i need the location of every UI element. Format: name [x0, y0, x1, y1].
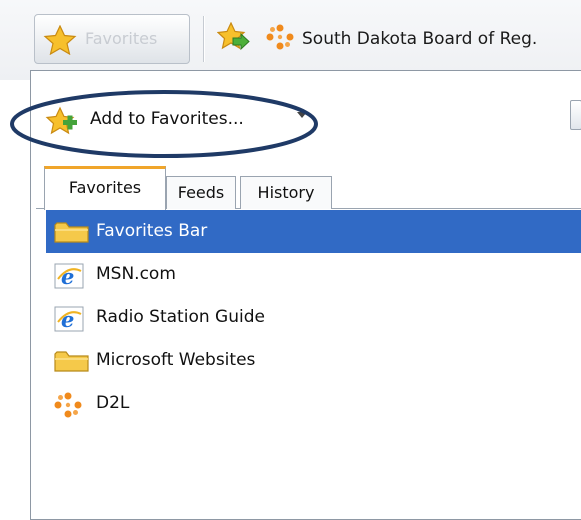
- toolbar-separator: [203, 16, 205, 62]
- list-item-label: Favorites Bar: [96, 221, 208, 241]
- list-item-label: MSN.com: [96, 264, 176, 284]
- favorites-center-button[interactable]: Favorites: [34, 14, 190, 64]
- tab-history[interactable]: History: [240, 176, 332, 209]
- favorites-bar-link[interactable]: South Dakota Board of Reg.: [302, 29, 537, 49]
- folder-icon: [54, 351, 89, 372]
- list-item-radio-station-guide[interactable]: e Radio Station Guide: [46, 296, 581, 339]
- list-item-favorites-bar[interactable]: Favorites Bar: [46, 210, 581, 253]
- favorites-toolbar: Favorites South Dakota Board of Reg.: [0, 0, 581, 80]
- tab-favorites[interactable]: Favorites: [44, 166, 166, 210]
- d2l-icon: [266, 24, 294, 50]
- list-item-label: Microsoft Websites: [96, 350, 256, 370]
- add-to-favorites-bar-icon[interactable]: [217, 22, 251, 52]
- svg-text:e: e: [61, 307, 74, 332]
- favorites-list: Favorites Bar e MSN.com e Radio Station …: [46, 210, 581, 425]
- list-item-label: Radio Station Guide: [96, 307, 265, 327]
- ie-icon: e: [54, 263, 84, 289]
- tab-feeds[interactable]: Feeds: [166, 176, 236, 209]
- ie-icon: e: [54, 306, 84, 332]
- d2l-icon: [54, 392, 82, 418]
- list-item-msn[interactable]: e MSN.com: [46, 253, 581, 296]
- panel-scroll-button[interactable]: [570, 100, 581, 130]
- list-item-d2l[interactable]: D2L: [46, 382, 581, 425]
- annotation-ellipse: [10, 90, 318, 158]
- list-item-label: D2L: [96, 393, 130, 413]
- favorites-button-label: Favorites: [85, 29, 158, 48]
- svg-text:e: e: [61, 264, 74, 289]
- star-icon: [43, 25, 77, 55]
- folder-icon: [54, 222, 89, 243]
- list-item-microsoft-websites[interactable]: Microsoft Websites: [46, 339, 581, 382]
